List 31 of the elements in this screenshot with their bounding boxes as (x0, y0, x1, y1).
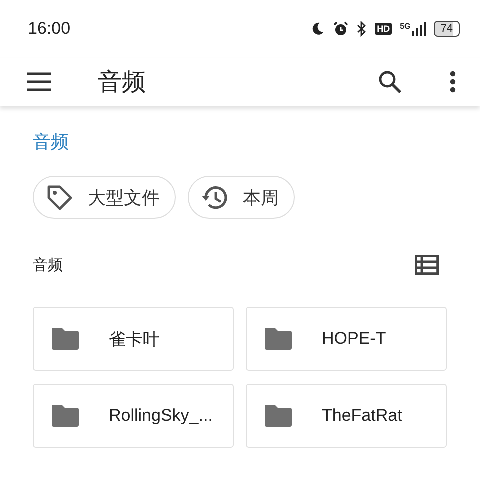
bluetooth-icon (357, 21, 368, 37)
folder-card[interactable]: HOPE-T (246, 307, 447, 371)
folder-card[interactable]: RollingSky_... (33, 384, 234, 448)
moon-icon (311, 22, 326, 36)
menu-icon[interactable] (26, 72, 52, 92)
folder-icon (52, 328, 79, 350)
folder-icon (265, 328, 292, 350)
tag-icon (46, 184, 74, 212)
signal-icon (412, 22, 426, 36)
alarm-icon (333, 21, 350, 37)
history-icon (201, 184, 229, 212)
folder-icon (52, 405, 79, 427)
search-icon[interactable] (378, 70, 402, 94)
folder-name: 雀卡叶 (109, 328, 160, 350)
folder-icon (265, 405, 292, 427)
folder-card[interactable]: TheFatRat (246, 384, 447, 448)
list-view-icon[interactable] (415, 255, 439, 275)
battery-indicator: 74 (434, 21, 460, 37)
filter-chip[interactable]: 大型文件 (33, 176, 176, 219)
folder-card[interactable]: 雀卡叶 (33, 307, 234, 371)
more-options-icon[interactable] (450, 71, 456, 93)
folder-name: RollingSky_... (109, 406, 213, 426)
section-title: 音频 (33, 256, 63, 274)
status-time: 16:00 (28, 19, 71, 39)
filter-chip[interactable]: 本周 (188, 176, 295, 219)
app-title: 音频 (98, 67, 147, 98)
network-type: 5G (400, 22, 411, 31)
hd-badge: HD (375, 23, 392, 35)
breadcrumb-link[interactable]: 音频 (33, 130, 69, 154)
folder-name: HOPE-T (322, 329, 386, 349)
folder-name: TheFatRat (322, 406, 402, 426)
